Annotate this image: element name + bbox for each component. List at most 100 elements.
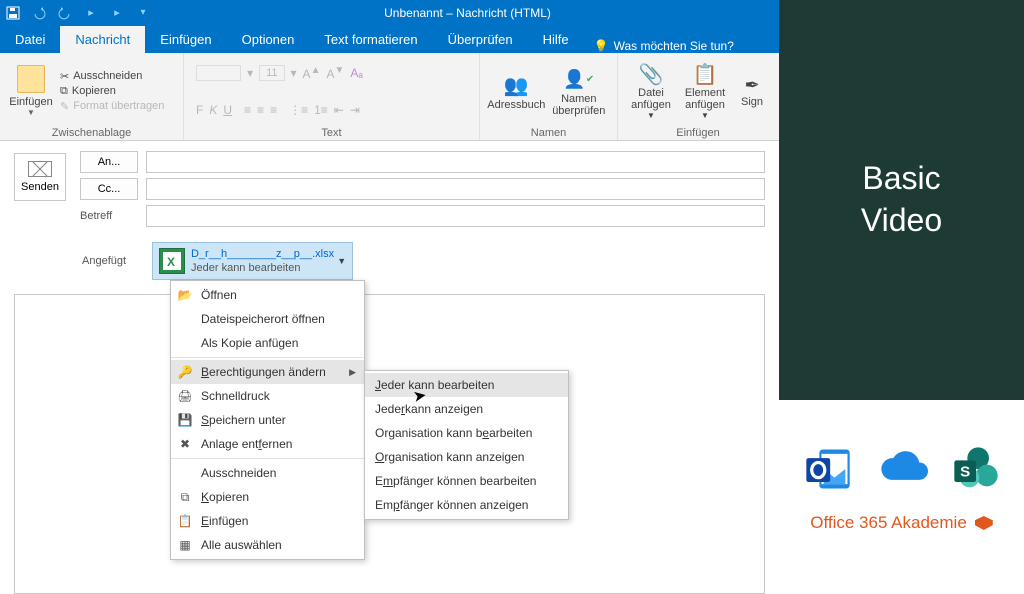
tab-einfuegen[interactable]: Einfügen xyxy=(145,26,226,53)
product-icons: S xyxy=(802,443,1002,495)
graduation-cap-icon xyxy=(975,516,993,530)
pen-icon: ✒ xyxy=(744,75,759,96)
perm-recipients-edit[interactable]: Empfänger können bearbeiten xyxy=(365,469,568,493)
permissions-submenu: Jeder kann bearbeiten Jeder kann anzeige… xyxy=(364,370,569,520)
perm-everyone-edit[interactable]: Jeder kann bearbeiten xyxy=(365,373,568,397)
to-field[interactable] xyxy=(146,151,765,173)
addressbook-icon: 👥 xyxy=(502,71,530,99)
menu-change-permissions[interactable]: 🔑Berechtigungen ändern▶ xyxy=(171,360,364,384)
tell-me-label: Was möchten Sie tun? xyxy=(614,39,734,53)
qat-redo-icon[interactable] xyxy=(52,0,78,25)
bulb-icon: 💡 xyxy=(594,39,609,53)
attachment-filename: D_r__h________z__p__.xlsx xyxy=(191,247,334,261)
brand-label: Office 365 Akademie xyxy=(810,513,967,533)
cc-button[interactable]: Cc... xyxy=(80,178,138,200)
menu-attach-as-copy[interactable]: Als Kopie anfügen xyxy=(171,331,364,355)
cut-button[interactable]: ✂ Ausschneiden xyxy=(60,70,164,83)
menu-remove-attachment[interactable]: ✖Anlage entfernen xyxy=(171,432,364,456)
check-names-button[interactable]: 👤✔ Namen überprüfen xyxy=(547,56,611,126)
send-label: Senden xyxy=(21,181,59,193)
menu-separator xyxy=(171,458,364,459)
menu-separator xyxy=(171,357,364,358)
perm-recipients-view[interactable]: Empfänger können anzeigen xyxy=(365,493,568,517)
video-title-banner: Basic Video xyxy=(779,0,1024,400)
cc-field[interactable] xyxy=(146,178,765,200)
group-names-label: Namen xyxy=(486,126,611,139)
perm-org-edit[interactable]: Organisation kann bearbeiten xyxy=(365,421,568,445)
attached-label: Angefügt xyxy=(82,255,140,267)
menu-paste[interactable]: 📋Einfügen xyxy=(171,509,364,533)
attachment-chip[interactable]: D_r__h________z__p__.xlsx Jeder kann bea… xyxy=(152,242,353,280)
menu-copy[interactable]: ⧉Kopieren xyxy=(171,485,364,509)
attach-file-label: Datei anfügen xyxy=(624,87,678,111)
qat-undo-icon[interactable] xyxy=(26,0,52,25)
copy-label: Kopieren xyxy=(72,85,116,97)
scissors-icon: ✂ xyxy=(60,70,69,83)
paperclip-icon: 📎 xyxy=(639,62,664,87)
tab-optionen[interactable]: Optionen xyxy=(227,26,310,53)
paste-icon: 📋 xyxy=(177,513,193,529)
addressbook-label: Adressbuch xyxy=(487,99,545,111)
signature-label: Sign xyxy=(741,96,763,108)
key-icon: 🔑 xyxy=(177,364,193,380)
brand-footer: Office 365 Akademie xyxy=(810,513,993,533)
perm-everyone-view[interactable]: Jeder kann anzeigen xyxy=(365,397,568,421)
copy-icon: ⧉ xyxy=(177,489,193,505)
menu-quick-print[interactable]: 🖨Schnelldruck xyxy=(171,384,364,408)
qat-save-icon[interactable] xyxy=(0,0,26,25)
cut-label: Ausschneiden xyxy=(73,70,142,82)
tab-ueberpruefen[interactable]: Überprüfen xyxy=(433,26,528,53)
menu-save-as[interactable]: 💾Speichern unter xyxy=(171,408,364,432)
copy-icon: ⧉ xyxy=(60,85,68,98)
group-insert-label: Einfügen xyxy=(624,126,772,139)
send-button[interactable]: Senden xyxy=(14,153,66,201)
onedrive-icon xyxy=(876,443,928,495)
svg-text:S: S xyxy=(960,464,970,481)
copy-button[interactable]: ⧉ Kopieren xyxy=(60,85,164,98)
tab-text-formatieren[interactable]: Text formatieren xyxy=(309,26,432,53)
subject-field[interactable] xyxy=(146,205,765,227)
qat-prev-icon[interactable]: ▸ xyxy=(104,0,130,25)
submenu-arrow-icon: ▶ xyxy=(349,367,356,378)
qat-more-icon[interactable]: ▾ xyxy=(130,0,156,25)
check-names-icon: 👤✔ xyxy=(565,65,593,93)
video-title: Basic Video xyxy=(861,158,942,241)
signature-button[interactable]: ✒ Sign xyxy=(732,56,772,126)
menu-cut[interactable]: Ausschneiden xyxy=(171,461,364,485)
attach-file-button[interactable]: 📎 Datei anfügen▼ xyxy=(624,56,678,126)
format-painter-label: Format übertragen xyxy=(73,100,164,112)
subject-label: Betreff xyxy=(80,210,138,222)
tab-datei[interactable]: Datei xyxy=(0,26,60,53)
attach-item-label: Element anfügen xyxy=(678,87,732,111)
qat-next-icon[interactable]: ▸ xyxy=(78,0,104,25)
text-format-controls: ▾ 11▾ A▲A▼Aₐ FKU ≡≡≡ ⋮≡1≡⇤⇥ xyxy=(190,56,470,126)
addressbook-button[interactable]: 👥 Adressbuch xyxy=(486,56,547,126)
perm-org-view[interactable]: Organisation kann anzeigen xyxy=(365,445,568,469)
chevron-down-icon[interactable]: ▼ xyxy=(337,256,346,266)
tab-hilfe[interactable]: Hilfe xyxy=(528,26,584,53)
tab-nachricht[interactable]: Nachricht xyxy=(60,26,145,53)
attachment-subtitle: Jeder kann bearbeiten xyxy=(191,261,334,275)
printer-icon: 🖨 xyxy=(177,388,193,404)
envelope-icon xyxy=(28,161,52,177)
brush-icon: ✎ xyxy=(60,100,69,113)
folder-open-icon: 📂 xyxy=(177,287,193,303)
clipboard-icon xyxy=(17,65,45,93)
paste-button[interactable]: Einfügen ▼ xyxy=(6,56,56,126)
check-names-label: Namen überprüfen xyxy=(547,93,611,117)
menu-open[interactable]: 📂Öffnen xyxy=(171,283,364,307)
remove-icon: ✖ xyxy=(177,436,193,452)
to-button[interactable]: An... xyxy=(80,151,138,173)
tell-me[interactable]: 💡 Was möchten Sie tun? xyxy=(584,39,744,53)
format-painter-button: ✎ Format übertragen xyxy=(60,100,164,113)
menu-select-all[interactable]: ▦Alle auswählen xyxy=(171,533,364,557)
excel-icon xyxy=(159,248,185,274)
save-icon: 💾 xyxy=(177,412,193,428)
menu-open-location[interactable]: Dateispeicherort öffnen xyxy=(171,307,364,331)
attach-item-button[interactable]: 📋 Element anfügen▼ xyxy=(678,56,732,126)
paste-label: Einfügen xyxy=(9,96,52,108)
outlook-icon xyxy=(802,443,854,495)
attachment-context-menu: 📂Öffnen Dateispeicherort öffnen Als Kopi… xyxy=(170,280,365,560)
select-all-icon: ▦ xyxy=(177,537,193,553)
window-title: Unbenannt – Nachricht (HTML) xyxy=(156,6,779,20)
